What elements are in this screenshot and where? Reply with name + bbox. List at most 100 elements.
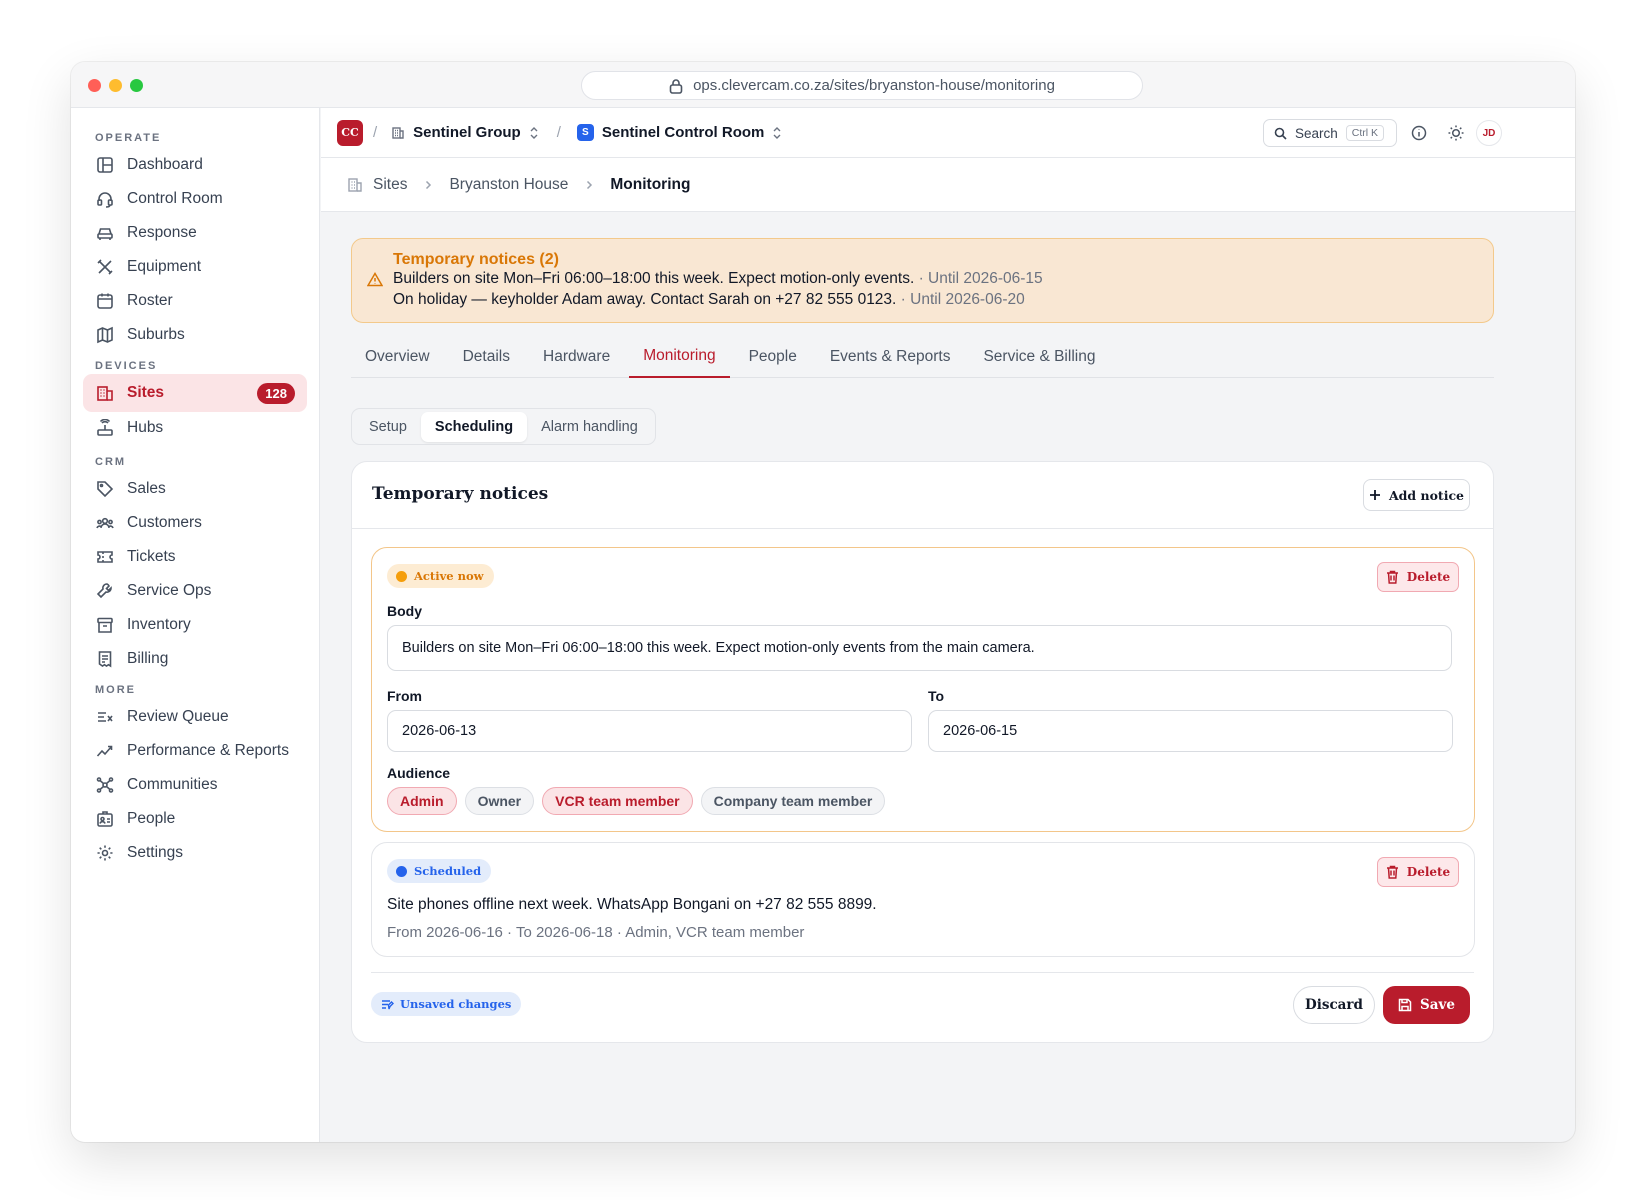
chevron-up-down-icon [773, 126, 781, 139]
breadcrumb-item-current: Monitoring [610, 175, 691, 193]
sidebar-item-service-ops[interactable]: Service Ops [83, 572, 307, 610]
keyboard-shortcut: Ctrl K [1345, 125, 1385, 141]
status-dot [396, 570, 407, 582]
network-icon [95, 775, 115, 795]
sidebar-item-dashboard[interactable]: Dashboard [83, 146, 307, 184]
info-icon[interactable] [1411, 125, 1427, 141]
workspace-switcher[interactable]: S Sentinel Control Room [576, 124, 783, 141]
banner-line-until: · Until 2026-06-15 [918, 270, 1043, 287]
review-icon [95, 707, 115, 727]
wrench-icon [95, 581, 115, 601]
headset-icon [95, 189, 115, 209]
save-button[interactable]: Save [1383, 986, 1470, 1024]
sidebar-item-label: Response [127, 224, 197, 241]
tools-icon [95, 257, 115, 277]
breadcrumb: Sites Bryanston House Monitoring [321, 158, 1575, 212]
close-window-button[interactable] [88, 79, 101, 92]
car-icon [95, 223, 115, 243]
tab-events-reports[interactable]: Events & Reports [816, 336, 965, 378]
building-icon [348, 177, 362, 192]
sidebar-item-label: Roster [127, 292, 173, 309]
sidebar-item-settings[interactable]: Settings [83, 834, 307, 872]
delete-button[interactable]: Delete [1377, 562, 1459, 592]
minimize-window-button[interactable] [109, 79, 122, 92]
audience-chip-company-team-member[interactable]: Company team member [700, 787, 886, 815]
browser-titlebar: ops.clevercam.co.za/sites/bryanston-hous… [71, 62, 1575, 108]
banner-title: Temporary notices (2) [393, 251, 559, 268]
sidebar-item-inventory[interactable]: Inventory [83, 606, 307, 644]
banner-line: Builders on site Mon–Fri 06:00–18:00 thi… [393, 270, 1043, 288]
subtab-scheduling[interactable]: Scheduling [420, 411, 528, 442]
sidebar-item-roster[interactable]: Roster [83, 282, 307, 320]
section-label-crm: CRM [95, 456, 127, 468]
sidebar-item-sales[interactable]: Sales [83, 470, 307, 508]
banner-line-text: Builders on site Mon–Fri 06:00–18:00 thi… [393, 270, 915, 287]
tab-monitoring[interactable]: Monitoring [629, 336, 730, 378]
sidebar-item-tickets[interactable]: Tickets [83, 538, 307, 576]
sidebar-item-control-room[interactable]: Control Room [83, 180, 307, 218]
subtab-alarm-handling[interactable]: Alarm handling [527, 412, 652, 442]
sidebar-item-label: Suburbs [127, 326, 185, 343]
maximize-window-button[interactable] [130, 79, 143, 92]
discard-button[interactable]: Discard [1293, 986, 1375, 1024]
audience-chip-vcr-team-member[interactable]: VCR team member [542, 787, 693, 815]
notice-item: Scheduled Delete Site phones offline nex… [371, 842, 1475, 957]
app-logo[interactable]: CC [337, 119, 363, 146]
sidebar-item-communities[interactable]: Communities [83, 766, 307, 804]
audience-chips: Admin Owner VCR team member Company team… [387, 787, 893, 815]
tab-details[interactable]: Details [449, 336, 524, 378]
sidebar-item-billing[interactable]: Billing [83, 640, 307, 678]
breadcrumb-item-site[interactable]: Bryanston House [449, 176, 568, 194]
add-notice-button[interactable]: Add notice [1363, 479, 1470, 511]
body-label: Body [387, 603, 422, 619]
search-icon [1274, 127, 1287, 140]
org-switcher[interactable]: Sentinel Group [391, 124, 539, 141]
banner-line-until: · Until 2026-06-20 [900, 291, 1025, 308]
sidebar: OPERATE Dashboard Control Room Response … [71, 108, 320, 1142]
address-bar[interactable]: ops.clevercam.co.za/sites/bryanston-hous… [581, 71, 1143, 100]
users-icon [95, 513, 115, 533]
from-date-input[interactable]: 2026-06-13 [387, 710, 912, 752]
search-button[interactable]: Search Ctrl K [1263, 119, 1397, 147]
section-label-devices: DEVICES [95, 360, 158, 372]
to-label: To [928, 688, 945, 704]
breadcrumb-item-sites[interactable]: Sites [373, 176, 407, 194]
sidebar-item-people[interactable]: People [83, 800, 307, 838]
delete-button[interactable]: Delete [1377, 857, 1459, 887]
sidebar-item-response[interactable]: Response [83, 214, 307, 252]
tab-hardware[interactable]: Hardware [529, 336, 624, 378]
sidebar-item-label: Review Queue [127, 708, 229, 725]
subtab-setup[interactable]: Setup [355, 412, 421, 442]
sidebar-item-label: Sales [127, 480, 166, 497]
sidebar-item-equipment[interactable]: Equipment [83, 248, 307, 286]
calendar-icon [95, 291, 115, 311]
topbar-separator: / [556, 124, 561, 141]
footer-divider [371, 972, 1474, 973]
sun-icon[interactable] [1447, 124, 1465, 142]
avatar[interactable]: JD [1476, 120, 1502, 146]
to-date-input[interactable]: 2026-06-15 [928, 710, 1453, 752]
tab-service-billing[interactable]: Service & Billing [969, 336, 1109, 378]
banner-line: On holiday — keyholder Adam away. Contac… [393, 291, 1025, 309]
sidebar-item-customers[interactable]: Customers [83, 504, 307, 542]
ticket-icon [95, 547, 115, 567]
gear-icon [95, 843, 115, 863]
browser-window: ops.clevercam.co.za/sites/bryanston-hous… [71, 62, 1575, 1142]
sidebar-item-review-queue[interactable]: Review Queue [83, 698, 307, 736]
id-badge-icon [95, 809, 115, 829]
body-input[interactable]: Builders on site Mon–Fri 06:00–18:00 thi… [387, 625, 1452, 671]
workspace-avatar: S [576, 124, 594, 141]
topbar-separator: / [373, 124, 378, 141]
tab-people[interactable]: People [735, 336, 811, 378]
sidebar-item-suburbs[interactable]: Suburbs [83, 316, 307, 354]
sidebar-item-label: Customers [127, 514, 202, 531]
unsaved-changes-label: Unsaved changes [400, 997, 512, 1011]
sidebar-item-label: Communities [127, 776, 218, 793]
audience-chip-owner[interactable]: Owner [464, 787, 535, 815]
audience-chip-admin[interactable]: Admin [387, 787, 457, 815]
sidebar-item-sites[interactable]: Sites 128 [83, 374, 307, 412]
sidebar-item-performance-reports[interactable]: Performance & Reports [83, 732, 307, 770]
sidebar-item-hubs[interactable]: Hubs [83, 409, 307, 447]
tab-overview[interactable]: Overview [351, 336, 444, 378]
map-icon [95, 325, 115, 345]
